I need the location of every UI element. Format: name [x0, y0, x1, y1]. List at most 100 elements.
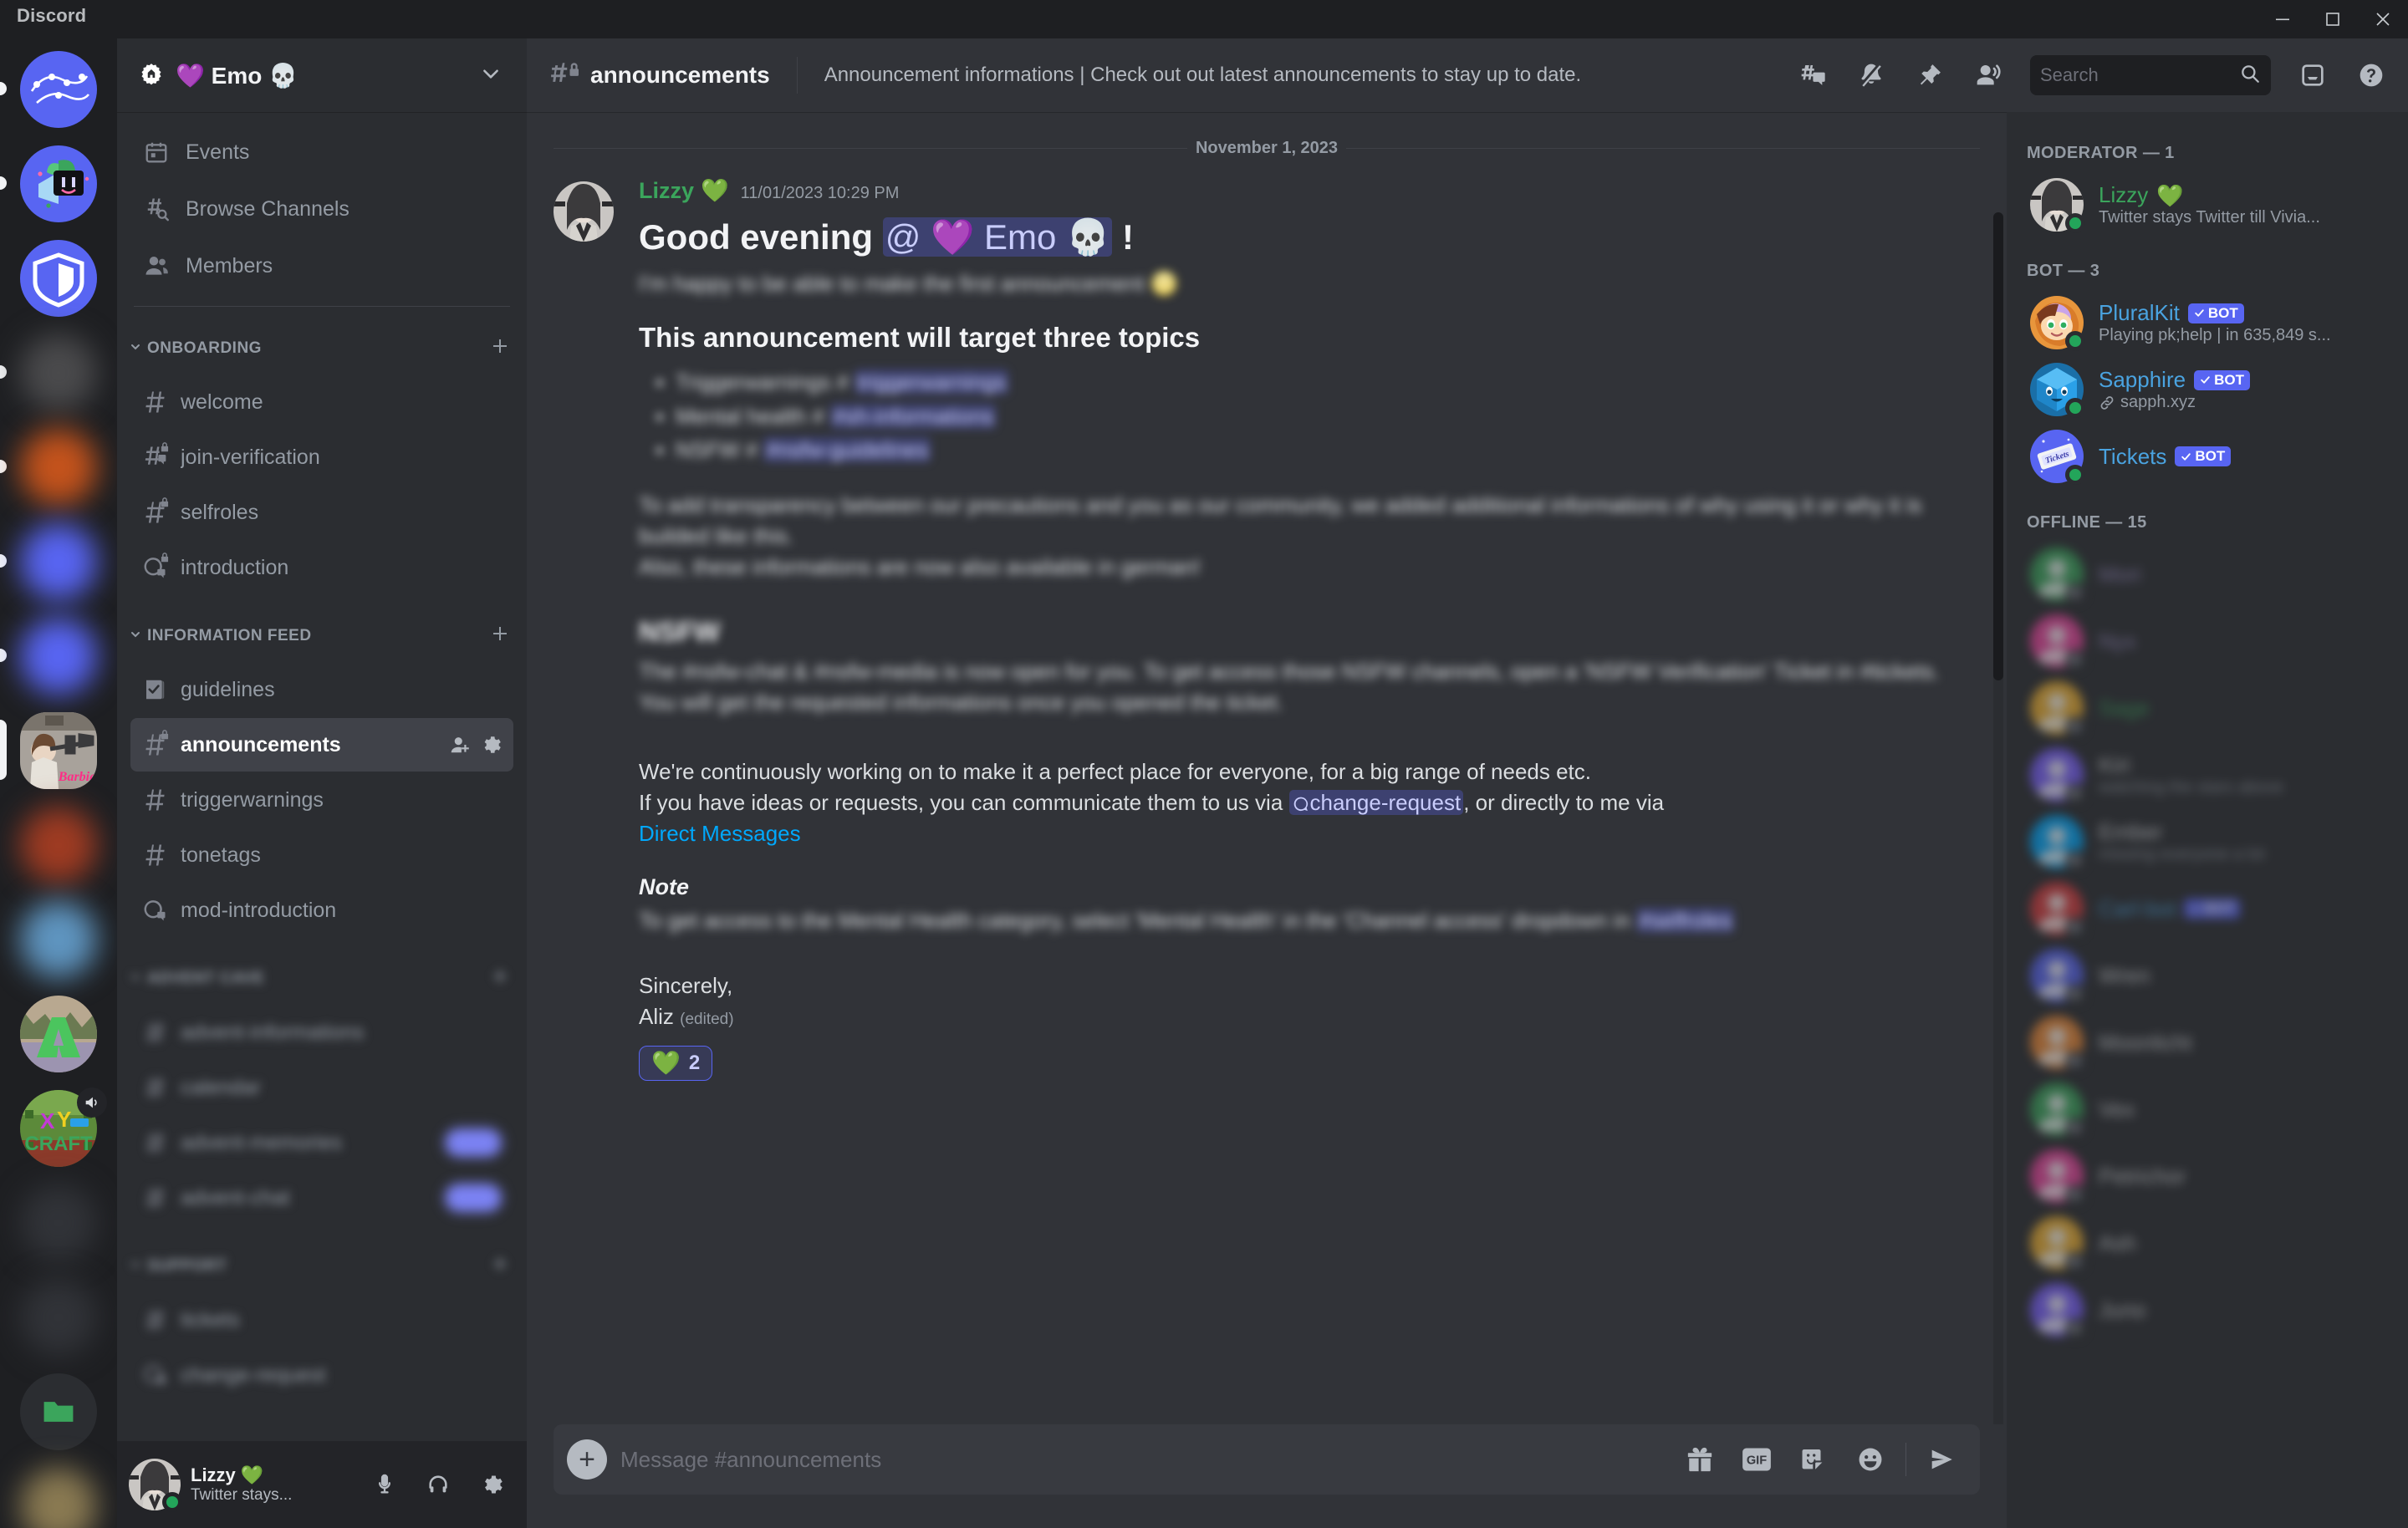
member-juno[interactable]: Juno: [2020, 1276, 2395, 1343]
sidebar-nav-browse-channels[interactable]: Browse Channels: [130, 181, 513, 237]
server-icon[interactable]: Barbie: [20, 711, 97, 789]
member-list-icon[interactable]: [1965, 52, 2012, 99]
channel-mention[interactable]: #sh-informations: [830, 403, 997, 429]
channel-mention-selfroles[interactable]: #selfroles: [1635, 907, 1735, 933]
server-icon[interactable]: [20, 617, 97, 695]
channel-guidelines[interactable]: guidelines: [130, 663, 513, 716]
server-icon[interactable]: [20, 1467, 97, 1528]
member-ash[interactable]: Ash: [2020, 1210, 2395, 1276]
rail-item-server-blue-1[interactable]: [0, 514, 117, 609]
create-channel-icon[interactable]: [490, 336, 510, 361]
send-icon[interactable]: [1920, 1438, 1963, 1481]
member-vex[interactable]: Vex: [2020, 1076, 2395, 1143]
close-button[interactable]: [2358, 0, 2408, 38]
user-settings-button[interactable]: [470, 1463, 513, 1506]
server-icon[interactable]: [20, 1278, 97, 1356]
member-tickets[interactable]: Tickets Tickets BOT: [2020, 423, 2395, 490]
server-icon[interactable]: [20, 1184, 97, 1261]
server-mention[interactable]: @ 💜 Emo 💀: [882, 217, 1113, 257]
channel-category-onboarding[interactable]: ONBOARDING: [117, 323, 527, 374]
server-icon[interactable]: [20, 900, 97, 978]
channel-selfroles[interactable]: selfroles: [130, 486, 513, 539]
message-reaction[interactable]: 💚 2: [639, 1046, 713, 1082]
channel-category-information-feed[interactable]: INFORMATION FEED: [117, 611, 527, 661]
rail-item-server-sky[interactable]: [0, 892, 117, 986]
message-scrollbar[interactable]: [1993, 212, 2003, 1424]
channel-mention-change-request[interactable]: change-request: [1288, 789, 1464, 815]
server-icon[interactable]: [20, 239, 97, 317]
rail-item-server-plant[interactable]: [0, 136, 117, 231]
rail-item-server-a[interactable]: [0, 986, 117, 1081]
member-sapphire[interactable]: Sapphire BOT sapph.xyz: [2020, 356, 2395, 423]
member-lizzy[interactable]: Lizzy 💚 Twitter stays Twitter till Vivia..…: [2020, 171, 2395, 238]
server-icon[interactable]: [20, 428, 97, 506]
channel-join-verification[interactable]: join-verification: [130, 430, 513, 484]
message-input[interactable]: Message #announcements: [620, 1447, 1665, 1473]
channel-list[interactable]: Events Browse Channels Members ONBOARDING w…: [117, 112, 527, 1441]
rail-item-server-xycraft[interactable]: X Y CRAFT: [0, 1081, 117, 1175]
member-list[interactable]: MODERATOR — 1 Lizzy 💚 Twitter stays Twitter…: [2007, 112, 2408, 1528]
scrollbar-thumb[interactable]: [1993, 212, 2003, 680]
message-list[interactable]: November 1, 2023 Lizzy 💚 11/01/2023 10:2…: [527, 112, 2007, 1424]
pinned-messages-icon[interactable]: [1906, 52, 1953, 99]
member-sage[interactable]: Sage: [2020, 675, 2395, 741]
rail-item-server-red[interactable]: [0, 797, 117, 892]
gif-icon[interactable]: GIF: [1735, 1438, 1778, 1481]
create-channel-icon[interactable]: [490, 966, 510, 991]
message-composer[interactable]: + Message #announcements GIF: [554, 1424, 1980, 1495]
channel-category-advent-cave[interactable]: advent cave: [117, 954, 527, 1004]
sidebar-nav-events[interactable]: Events: [130, 124, 513, 181]
create-channel-icon[interactable]: [490, 624, 510, 649]
mute-button[interactable]: [363, 1463, 406, 1506]
inbox-icon[interactable]: [2289, 52, 2336, 99]
create-channel-icon[interactable]: [490, 1254, 510, 1279]
rail-item-server-blue-2[interactable]: [0, 609, 117, 703]
channel-advent-informations[interactable]: advent-informations: [130, 1006, 513, 1059]
rail-item-discord-home[interactable]: [0, 42, 117, 136]
invite-members-icon[interactable]: [450, 731, 472, 759]
member-moonlicht[interactable]: Moonlicht: [2020, 1009, 2395, 1076]
edit-channel-icon[interactable]: [480, 731, 502, 759]
member-wren[interactable]: Wren: [2020, 942, 2395, 1009]
sidebar-nav-members[interactable]: Members: [130, 237, 513, 294]
rail-item-server-barbie[interactable]: Barbie: [0, 703, 117, 797]
maximize-button[interactable]: [2308, 0, 2358, 38]
help-icon[interactable]: [2348, 52, 2395, 99]
channel-tickets[interactable]: tickets: [130, 1293, 513, 1347]
channel-mod-introduction[interactable]: mod-introduction: [130, 884, 513, 937]
avatar[interactable]: [554, 181, 614, 242]
channel-category-support[interactable]: support: [117, 1241, 527, 1291]
channel-welcome[interactable]: welcome: [130, 375, 513, 429]
server-icon[interactable]: [20, 995, 97, 1072]
gift-icon[interactable]: [1678, 1438, 1722, 1481]
server-icon[interactable]: [20, 522, 97, 600]
rail-item-folder-green[interactable]: [0, 1364, 117, 1459]
threads-icon[interactable]: [1789, 52, 1836, 99]
notifications-muted-icon[interactable]: [1848, 52, 1895, 99]
deafen-button[interactable]: [416, 1463, 460, 1506]
channel-mention[interactable]: triggerwarnings: [855, 369, 1009, 395]
channel-mention[interactable]: #nsfw-guidelines: [763, 437, 931, 462]
channel-advent-memories[interactable]: advent-memories: [130, 1116, 513, 1169]
rail-item-server-grey-1[interactable]: [0, 1175, 117, 1270]
rail-item-server-grey-2[interactable]: [0, 1270, 117, 1364]
rail-item-server-dark[interactable]: [0, 325, 117, 420]
chevron-down-icon[interactable]: [480, 63, 502, 89]
message-author[interactable]: Lizzy 💚: [639, 178, 729, 204]
server-icon[interactable]: [20, 145, 97, 222]
server-icon[interactable]: [20, 334, 97, 411]
channel-triggerwarnings[interactable]: triggerwarnings: [130, 773, 513, 827]
rail-item-server-warm[interactable]: [0, 1459, 117, 1528]
rail-item-server-orange[interactable]: [0, 420, 117, 514]
member-carl-bot[interactable]: Carl-bot BOT: [2020, 875, 2395, 942]
member-pluralkit[interactable]: PluralKit BOT Playing pk;help | in 635,849…: [2020, 289, 2395, 356]
server-rail[interactable]: Barbie X Y CRAFT: [0, 38, 117, 1528]
member-nyx[interactable]: Nyx: [2020, 608, 2395, 675]
avatar[interactable]: [129, 1459, 182, 1512]
sticker-icon[interactable]: [1792, 1438, 1835, 1481]
add-attachment-icon[interactable]: +: [567, 1439, 607, 1480]
channel-calendar[interactable]: calendar: [130, 1061, 513, 1114]
member-kiri[interactable]: Kiri watching the stars above: [2020, 741, 2395, 808]
server-icon[interactable]: [20, 806, 97, 884]
member-petrichor[interactable]: Petrichor: [2020, 1143, 2395, 1210]
